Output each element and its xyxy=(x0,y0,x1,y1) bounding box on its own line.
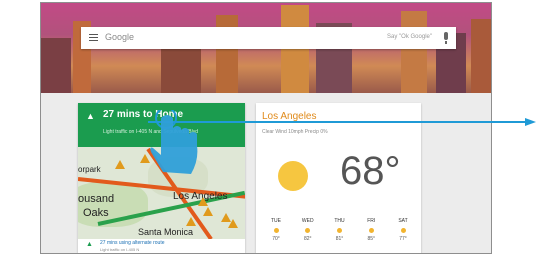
sun-icon xyxy=(368,228,374,233)
voice-hint: Say "Ok Google" xyxy=(387,34,432,40)
forecast-temp: 82° xyxy=(303,236,312,242)
building xyxy=(401,11,427,93)
forecast-day: SAT 77° xyxy=(389,218,417,242)
weather-details: Clear Wind 10mph Precip 0% xyxy=(262,129,328,135)
forecast-day: WED 82° xyxy=(294,218,322,242)
sun-icon xyxy=(305,228,311,233)
sun-icon xyxy=(400,228,406,233)
forecast-temp: 70° xyxy=(272,236,280,242)
sun-icon xyxy=(278,161,308,191)
forecast-day-name: WED xyxy=(301,218,314,224)
alternate-route-sub: Light traffic on I-405 N xyxy=(100,247,140,252)
traffic-warning-icon xyxy=(115,160,125,169)
search-bar[interactable]: Google Say "Ok Google" xyxy=(81,27,456,49)
alternate-route-label: 27 mins using alternate route xyxy=(100,240,165,246)
forecast-day: THU 81° xyxy=(326,218,354,242)
building xyxy=(471,19,491,93)
map-label: ousand xyxy=(78,193,115,205)
map-label: Oaks xyxy=(83,207,109,219)
forecast-day-name: FRI xyxy=(367,218,376,224)
sun-icon xyxy=(337,228,342,233)
navigation-arrow-icon: ▲ xyxy=(86,111,95,121)
traffic-warning-icon xyxy=(228,219,238,228)
traffic-warning-icon xyxy=(198,197,208,206)
forecast-temp: 77° xyxy=(399,236,407,242)
app-window: Google Say "Ok Google" ▲ 27 mins to Home… xyxy=(40,2,492,254)
city-banner: Google Say "Ok Google" xyxy=(41,3,491,93)
forecast-row: TUE 70° WED 82° THU 81° FRI 85° SAT 77° xyxy=(262,218,417,242)
building xyxy=(41,38,71,93)
current-temperature: 68° xyxy=(340,149,401,193)
forecast-day-name: SAT xyxy=(398,218,408,224)
search-input[interactable]: Google xyxy=(105,32,134,42)
tap-hand-icon xyxy=(150,110,198,174)
mic-icon[interactable] xyxy=(444,32,448,44)
forecast-day: FRI 85° xyxy=(357,218,385,242)
building xyxy=(281,5,309,93)
sun-icon xyxy=(273,228,279,233)
forecast-day-name: THU xyxy=(334,218,345,224)
map-label: Santa Monica xyxy=(138,227,194,237)
alternate-route[interactable]: ▲ 27 mins using alternate route Light tr… xyxy=(78,239,245,253)
map-label: orpark xyxy=(78,165,101,174)
forecast-day: TUE 70° xyxy=(262,218,290,242)
menu-icon[interactable] xyxy=(89,34,98,41)
route-icon: ▲ xyxy=(86,241,93,248)
forecast-temp: 85° xyxy=(367,236,376,242)
forecast-day-name: TUE xyxy=(271,218,281,224)
forecast-temp: 81° xyxy=(335,236,344,242)
traffic-warning-icon xyxy=(203,207,213,216)
traffic-warning-icon xyxy=(186,217,196,226)
